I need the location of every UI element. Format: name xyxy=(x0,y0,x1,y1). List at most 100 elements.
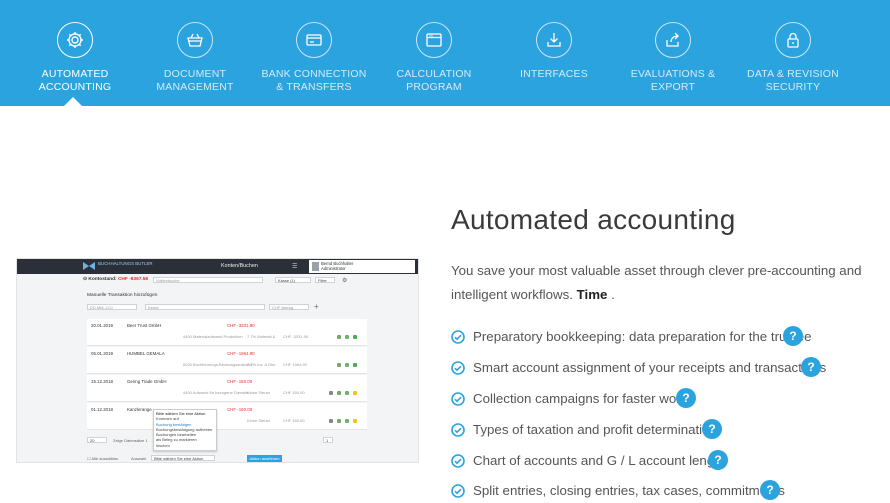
row-amount: CHF -1964.90 xyxy=(227,351,255,356)
settings-icon[interactable] xyxy=(329,419,333,423)
help-question-icon[interactable]: ? xyxy=(801,357,821,377)
avatar xyxy=(312,262,319,271)
confirm-icon[interactable] xyxy=(345,419,349,423)
check-icon[interactable] xyxy=(353,335,357,339)
row-amount-2: CHF 1964.90 xyxy=(283,362,307,367)
app-header: BUCHHALTUNGS BUTLER Konten/Buchen ☰ Bern… xyxy=(17,259,418,274)
row-name: HUMBEL GEMALA xyxy=(127,351,165,356)
nav-label: AUTOMATED ACCOUNTING xyxy=(38,68,112,93)
nav-tab-automated-accounting[interactable]: AUTOMATED ACCOUNTING xyxy=(10,0,140,106)
action-select[interactable]: Bitte wählen Sie eine Aktion xyxy=(151,455,215,461)
nav-label: INTERFACES xyxy=(520,68,588,80)
app-screenshot: BUCHHALTUNGS BUTLER Konten/Buchen ☰ Bern… xyxy=(16,258,419,463)
confirm-icon[interactable] xyxy=(345,391,349,395)
row-amount-2: CHF -3331.90 xyxy=(283,334,309,339)
search-input[interactable]: Volltextsuche xyxy=(153,277,263,283)
download-icon xyxy=(536,22,572,58)
row-amount-2: CHF 160.00 xyxy=(283,418,305,423)
row-amount-2: CHF 150.00 xyxy=(283,390,305,395)
row-rate: 7.7% Material & xyxy=(247,334,276,339)
row-date: 15.12.2018 xyxy=(91,379,113,384)
balance-label: Kontostand: xyxy=(88,277,117,282)
date-input[interactable]: DD.MM.JJJJ xyxy=(87,304,137,310)
confirm-icon[interactable] xyxy=(345,335,349,339)
folder-icon[interactable] xyxy=(353,391,357,395)
top-navigation: AUTOMATED ACCOUNTING DOCUMENT MANAGEMENT… xyxy=(0,0,890,106)
lock-icon xyxy=(775,22,811,58)
select-all-checkbox[interactable]: ☐ Alle auswählen xyxy=(87,456,118,461)
user-role: Administrator xyxy=(321,266,346,271)
feature-text: Types of taxation and profit determinati… xyxy=(473,422,717,437)
feature-text: Collection campaigns for faster work xyxy=(473,391,688,406)
basket-icon xyxy=(177,22,213,58)
check-circle-icon xyxy=(451,484,465,498)
table-row[interactable]: 15.12.2018 Gering Trade GmbH CHF -150.00… xyxy=(87,375,367,402)
execute-action-button[interactable]: Aktion ausführen xyxy=(247,455,282,462)
user-card[interactable]: Bernd Buchhalter Administrator xyxy=(309,260,415,273)
feature-text: Chart of accounts and G / L account leng… xyxy=(473,453,726,468)
row-rate: Keine Steuer xyxy=(247,390,271,395)
row-date: 05.01.2019 xyxy=(91,351,113,356)
edit-icon[interactable] xyxy=(337,419,341,423)
intro-bold: Time xyxy=(576,287,608,302)
account-select[interactable]: Kasse (1) xyxy=(275,277,311,283)
row-name: Beer Trust GmbH xyxy=(127,323,162,328)
page-title: Automated accounting xyxy=(451,204,736,235)
dropdown-item[interactable]: löschen xyxy=(156,443,214,448)
share-icon xyxy=(655,22,691,58)
nav-tab-bank-connection[interactable]: BANK CONNECTION & TRANSFERS xyxy=(259,0,369,106)
app-page-title: Konten/Buchen xyxy=(221,263,258,269)
check-circle-icon xyxy=(451,454,465,468)
edit-icon[interactable] xyxy=(337,391,341,395)
nav-tab-document-management[interactable]: DOCUMENT MANAGEMENT xyxy=(130,0,260,106)
help-question-icon[interactable]: ? xyxy=(676,388,696,408)
logo-icon xyxy=(83,262,95,270)
action-dropdown[interactable]: Bitte wählen Sie eine Aktion Kommen auf … xyxy=(153,409,217,451)
check-icon[interactable] xyxy=(353,363,357,367)
row-rate: Keine Steuer xyxy=(247,418,271,423)
help-question-icon[interactable]: ? xyxy=(760,480,780,500)
nav-tab-interfaces[interactable]: INTERFACES xyxy=(499,0,609,106)
table-row[interactable]: 20.01.2019 Beer Trust GmbH CHF -3331.90 … xyxy=(87,319,367,346)
check-circle-icon xyxy=(451,392,465,406)
edit-icon[interactable] xyxy=(337,363,341,367)
add-transaction-button[interactable]: + xyxy=(314,302,319,311)
edit-icon[interactable] xyxy=(337,335,341,339)
hamburger-menu-icon[interactable]: ☰ xyxy=(292,263,297,270)
per-page-select[interactable]: 20 xyxy=(87,437,107,443)
feature-text: Split entries, closing entries, tax case… xyxy=(473,483,785,498)
folder-icon[interactable] xyxy=(353,419,357,423)
nav-tab-evaluations-export[interactable]: EVALUATIONS & EXPORT xyxy=(618,0,728,106)
help-question-icon[interactable]: ? xyxy=(783,326,803,346)
table-row[interactable]: 01.12.2018 Kanzlerange CHF -160.00 Keine… xyxy=(87,403,367,430)
row-account: 6020 Buchführungs-Beratungsaufwand xyxy=(183,362,253,367)
confirm-icon[interactable] xyxy=(345,363,349,367)
nav-tab-calculation-program[interactable]: CALCULATION PROGRAM xyxy=(369,0,499,106)
nav-label: EVALUATIONS & EXPORT xyxy=(630,68,716,93)
page-number[interactable]: 1 xyxy=(323,437,333,443)
table-row[interactable]: 05.01.2019 HUMBEL GEMALA CHF -1964.90 60… xyxy=(87,347,367,374)
nav-label: DATA & REVISION SECURITY xyxy=(747,68,839,93)
help-question-icon[interactable]: ? xyxy=(708,450,728,470)
app-logo: BUCHHALTUNGS BUTLER xyxy=(98,261,153,266)
action-label: Auswahl xyxy=(131,456,147,461)
row-amount: CHF -150.00 xyxy=(227,379,253,384)
nav-label: CALCULATION PROGRAM xyxy=(396,68,472,93)
row-name: Gering Trade GmbH xyxy=(127,379,167,384)
nav-label: DOCUMENT MANAGEMENT xyxy=(156,68,234,93)
nav-tab-data-revision-security[interactable]: DATA & REVISION SECURITY xyxy=(738,0,848,106)
manual-transaction-title: Manuelle Transaktion hinzufügen xyxy=(87,293,158,298)
filter-select[interactable]: Filter xyxy=(315,277,335,283)
row-rate: 7.7% Inv. & Dim xyxy=(247,362,276,367)
account-balance: ⊙ Kontostand: CHF -8367.58 xyxy=(83,277,149,282)
window-icon xyxy=(416,22,452,58)
intro-paragraph: You save your most valuable asset throug… xyxy=(451,259,871,307)
settings-gear-icon[interactable]: ⚙ xyxy=(342,277,347,284)
text-input[interactable]: Kennt xyxy=(145,304,265,310)
intro-end: . xyxy=(611,287,615,302)
settings-icon[interactable] xyxy=(329,391,333,395)
nav-label: BANK CONNECTION & TRANSFERS xyxy=(261,68,367,93)
check-circle-icon xyxy=(451,361,465,375)
help-question-icon[interactable]: ? xyxy=(702,419,722,439)
amount-input[interactable]: CHF Betrag xyxy=(269,304,309,310)
